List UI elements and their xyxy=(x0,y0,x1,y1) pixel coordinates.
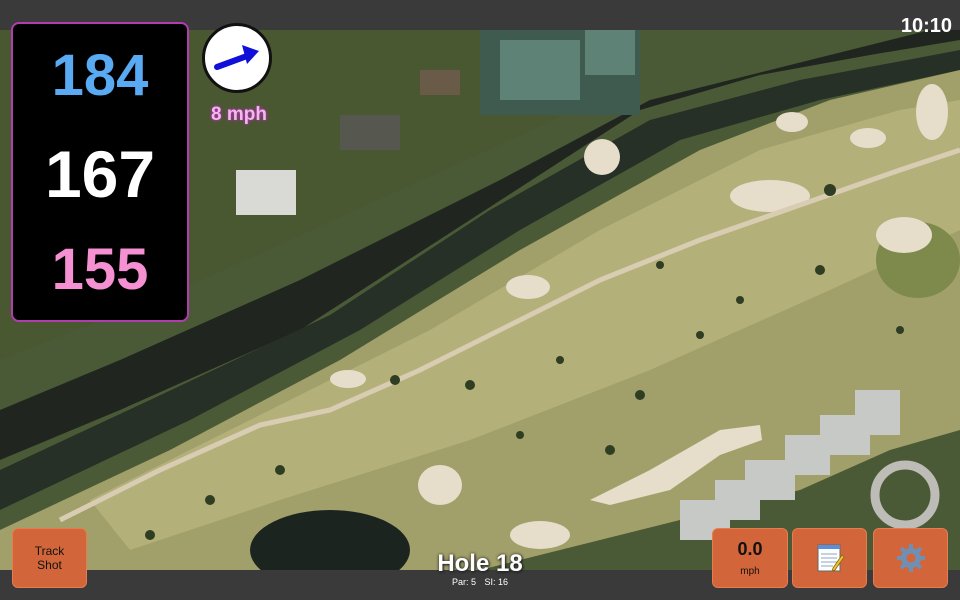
speed-value: 0.0 xyxy=(737,539,763,559)
notes-button[interactable] xyxy=(792,528,867,588)
status-time: 10:10 xyxy=(900,15,952,37)
distance-panel: 184 167 155 xyxy=(11,22,189,322)
speed-button[interactable]: 0.0 mph xyxy=(712,528,788,588)
wind-speed-label: 8 mph xyxy=(211,104,267,125)
track-shot-label-line2: Shot xyxy=(37,558,62,572)
arrow-right-icon xyxy=(214,45,259,70)
gear-icon xyxy=(896,544,925,572)
hole-si: SI: 16 xyxy=(484,577,509,587)
settings-button[interactable] xyxy=(873,528,948,588)
front-distance: 155 xyxy=(51,237,149,302)
back-distance: 184 xyxy=(51,43,149,108)
track-shot-label-line1: Track xyxy=(34,544,65,558)
track-shot-button[interactable]: Track Shot xyxy=(12,528,87,588)
hole-info: Par: 5 SI: 16 xyxy=(380,577,580,587)
middle-distance: 167 xyxy=(44,137,156,211)
wind-indicator xyxy=(202,23,272,93)
hole-par: Par: 5 xyxy=(451,577,476,587)
speed-unit: mph xyxy=(740,566,760,577)
hole-title: Hole 18 xyxy=(437,550,523,577)
notepad-icon xyxy=(817,544,845,572)
